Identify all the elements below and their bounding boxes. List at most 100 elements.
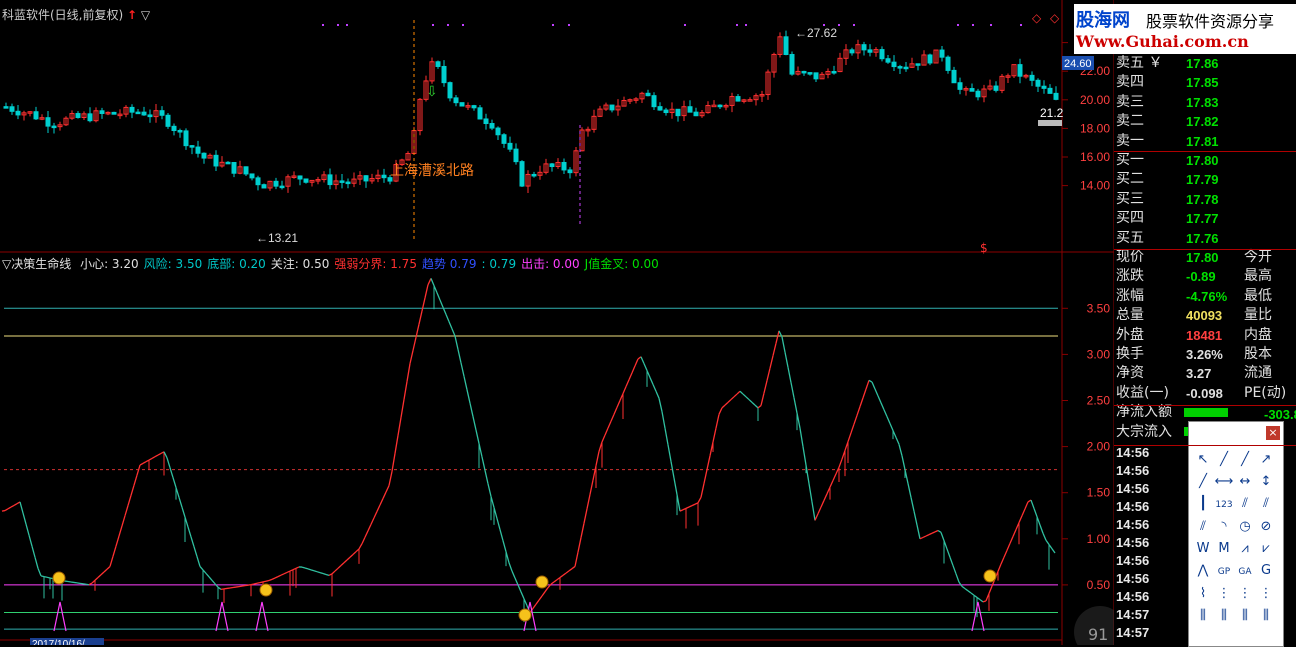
candle-body <box>202 153 206 158</box>
drawing-tool-30-icon[interactable]: ⫼ <box>1235 606 1255 626</box>
indicator-line-seg <box>368 524 371 530</box>
panel-separator <box>1114 249 1296 250</box>
drawing-tool-14-icon[interactable]: ◷ <box>1235 517 1255 537</box>
indicator-line-seg <box>1046 540 1049 544</box>
buy-level-3[interactable]: 买三17.78 <box>1114 190 1296 209</box>
indicator-line-seg <box>812 502 815 520</box>
sell-level-3[interactable]: 卖三17.83 <box>1114 93 1296 112</box>
indicator-axis-label: 3.00 <box>1087 347 1111 361</box>
signal-dot <box>568 24 570 26</box>
drawing-tool-5-icon[interactable]: ⟷ <box>1214 472 1234 492</box>
drawing-tool-28-icon[interactable]: ⫼ <box>1193 606 1213 626</box>
quote-row-2[interactable]: 涨幅-4.76%最低 <box>1114 287 1296 306</box>
drawing-tool-7-icon[interactable]: ↕ <box>1256 472 1276 492</box>
candle-body <box>886 59 890 62</box>
drawing-tool-31-icon[interactable]: ⫼ <box>1256 606 1276 626</box>
candle-body <box>862 45 866 50</box>
quote-row-2-label2: 最低 <box>1244 287 1272 306</box>
indicator-line-seg <box>1025 502 1028 509</box>
drawing-tool-8-icon[interactable]: ┃ <box>1193 494 1213 514</box>
quote-row-1[interactable]: 涨跌-0.89最高 <box>1114 267 1296 286</box>
drawing-tool-1-icon[interactable]: ╱ <box>1214 450 1234 470</box>
sell-level-4[interactable]: 卖四17.85 <box>1114 73 1296 92</box>
drawing-tool-17-icon[interactable]: M <box>1214 539 1234 559</box>
indicator-line-seg <box>395 436 398 454</box>
quote-row-3-value: 40093 <box>1186 306 1222 325</box>
close-icon[interactable]: × <box>1266 426 1280 440</box>
drawing-tool-2-icon[interactable]: ╱ <box>1235 450 1255 470</box>
drawing-tool-12-icon[interactable]: ⫽ <box>1193 517 1213 537</box>
drawing-tools-panel[interactable]: × ↖╱╱↗╱⟷↔↕┃123⫽⫽⫽◝◷⊘WM⩘⩗⋀GPGAG⌇⋮⋮⋮⫼⫼⫼⫼ <box>1188 421 1284 647</box>
tick-time: 14:56 <box>1116 588 1149 606</box>
right-price-tag-bar <box>1038 120 1062 126</box>
drawing-tool-11-icon[interactable]: ⫽ <box>1256 494 1276 514</box>
indicator-line-seg <box>1019 516 1022 523</box>
indicator-line-seg <box>701 483 704 497</box>
quote-row-6[interactable]: 净资3.27流通 <box>1114 364 1296 383</box>
signal-dot <box>972 24 974 26</box>
quote-row-4[interactable]: 外盘18481内盘 <box>1114 326 1296 345</box>
indicator-line-seg <box>692 504 695 505</box>
indicator-line-seg <box>788 367 791 382</box>
kline-chart-area[interactable]: 24.0022.0020.0018.0016.0014.0024.6021.2上… <box>0 0 1062 645</box>
drawing-tool-0-icon[interactable]: ↖ <box>1193 450 1213 470</box>
quote-row-5[interactable]: 换手3.26%股本 <box>1114 345 1296 364</box>
drawing-tool-20-icon[interactable]: ⋀ <box>1193 561 1213 581</box>
buy-level-4[interactable]: 买四17.77 <box>1114 209 1296 228</box>
drawing-tool-10-icon[interactable]: ⫽ <box>1235 494 1255 514</box>
buy-level-2[interactable]: 买二17.79 <box>1114 170 1296 189</box>
indicator-line-seg <box>134 475 137 485</box>
drawing-tool-24-icon[interactable]: ⌇ <box>1193 584 1213 604</box>
sell-level-2[interactable]: 卖二17.82 <box>1114 112 1296 131</box>
quote-row-2-label: 涨幅 <box>1116 287 1144 306</box>
drawing-tool-15-icon[interactable]: ⊘ <box>1256 517 1276 537</box>
drawing-tool-13-icon[interactable]: ◝ <box>1214 517 1234 537</box>
indicator-line-seg <box>119 526 122 536</box>
indicator-line-seg <box>191 537 194 547</box>
drawing-tool-23-icon[interactable]: G <box>1256 561 1276 581</box>
indicator-line-seg <box>305 568 308 569</box>
drawing-tool-21-icon[interactable]: GP <box>1214 562 1234 582</box>
candle-body <box>100 111 104 114</box>
indicator-line-seg <box>998 564 1001 571</box>
drawing-tool-29-icon[interactable]: ⫼ <box>1214 606 1234 626</box>
sell-level-1[interactable]: 卖一17.81 <box>1114 132 1296 151</box>
candle-body <box>508 143 512 149</box>
diamond-icon: ◇ <box>1050 11 1060 25</box>
indicator-line-seg <box>404 382 407 400</box>
indicator-line-seg <box>1013 530 1016 537</box>
indicator-line-seg <box>326 574 329 575</box>
signal-dot <box>957 24 959 26</box>
drawing-tool-19-icon[interactable]: ⩗ <box>1256 539 1276 559</box>
indicator-line-seg <box>359 544 362 549</box>
candle-body <box>148 115 152 117</box>
buy-level-5[interactable]: 买五17.76 <box>1114 229 1296 248</box>
drawing-tool-3-icon[interactable]: ↗ <box>1256 450 1276 470</box>
quote-row-3[interactable]: 总量40093量比 <box>1114 306 1296 325</box>
chart-canvas[interactable]: 24.0022.0020.0018.0016.0014.0024.6021.2上… <box>0 0 1114 645</box>
sell-level-5[interactable]: 卖五 ￥17.86 <box>1114 54 1296 73</box>
indicator-line-seg <box>734 394 737 397</box>
dropdown-triangle-icon[interactable]: ▽ <box>141 8 150 22</box>
indicator-line-seg <box>188 527 191 537</box>
indicator-line-seg <box>269 579 272 580</box>
indicator-line-seg <box>278 575 281 576</box>
buy-level-1[interactable]: 买一17.80 <box>1114 151 1296 170</box>
quote-row-7[interactable]: 收益(一)-0.098PE(动) <box>1114 384 1296 403</box>
drawing-tool-9-icon[interactable]: 123 <box>1214 495 1234 515</box>
indicator-name[interactable]: ▽决策生命线 <box>2 257 71 271</box>
indicator-line-seg <box>101 572 104 575</box>
drawing-tool-18-icon[interactable]: ⩘ <box>1235 539 1255 559</box>
tick-time: 14:57 <box>1116 606 1149 624</box>
drawing-tool-27-icon[interactable]: ⋮ <box>1256 584 1276 604</box>
drawing-tool-26-icon[interactable]: ⋮ <box>1235 584 1255 604</box>
indicator-value-2: 底部: 0.20 <box>207 257 266 271</box>
drawing-tool-22-icon[interactable]: GA <box>1235 562 1255 582</box>
indicator-line-seg <box>425 285 428 298</box>
drawing-tool-16-icon[interactable]: W <box>1193 539 1213 559</box>
drawing-tool-4-icon[interactable]: ╱ <box>1193 472 1213 492</box>
quote-row-0[interactable]: 现价17.80今开 <box>1114 248 1296 267</box>
indicator-line-seg <box>860 398 863 407</box>
drawing-tool-6-icon[interactable]: ↔ <box>1235 472 1255 492</box>
drawing-tool-25-icon[interactable]: ⋮ <box>1214 584 1234 604</box>
